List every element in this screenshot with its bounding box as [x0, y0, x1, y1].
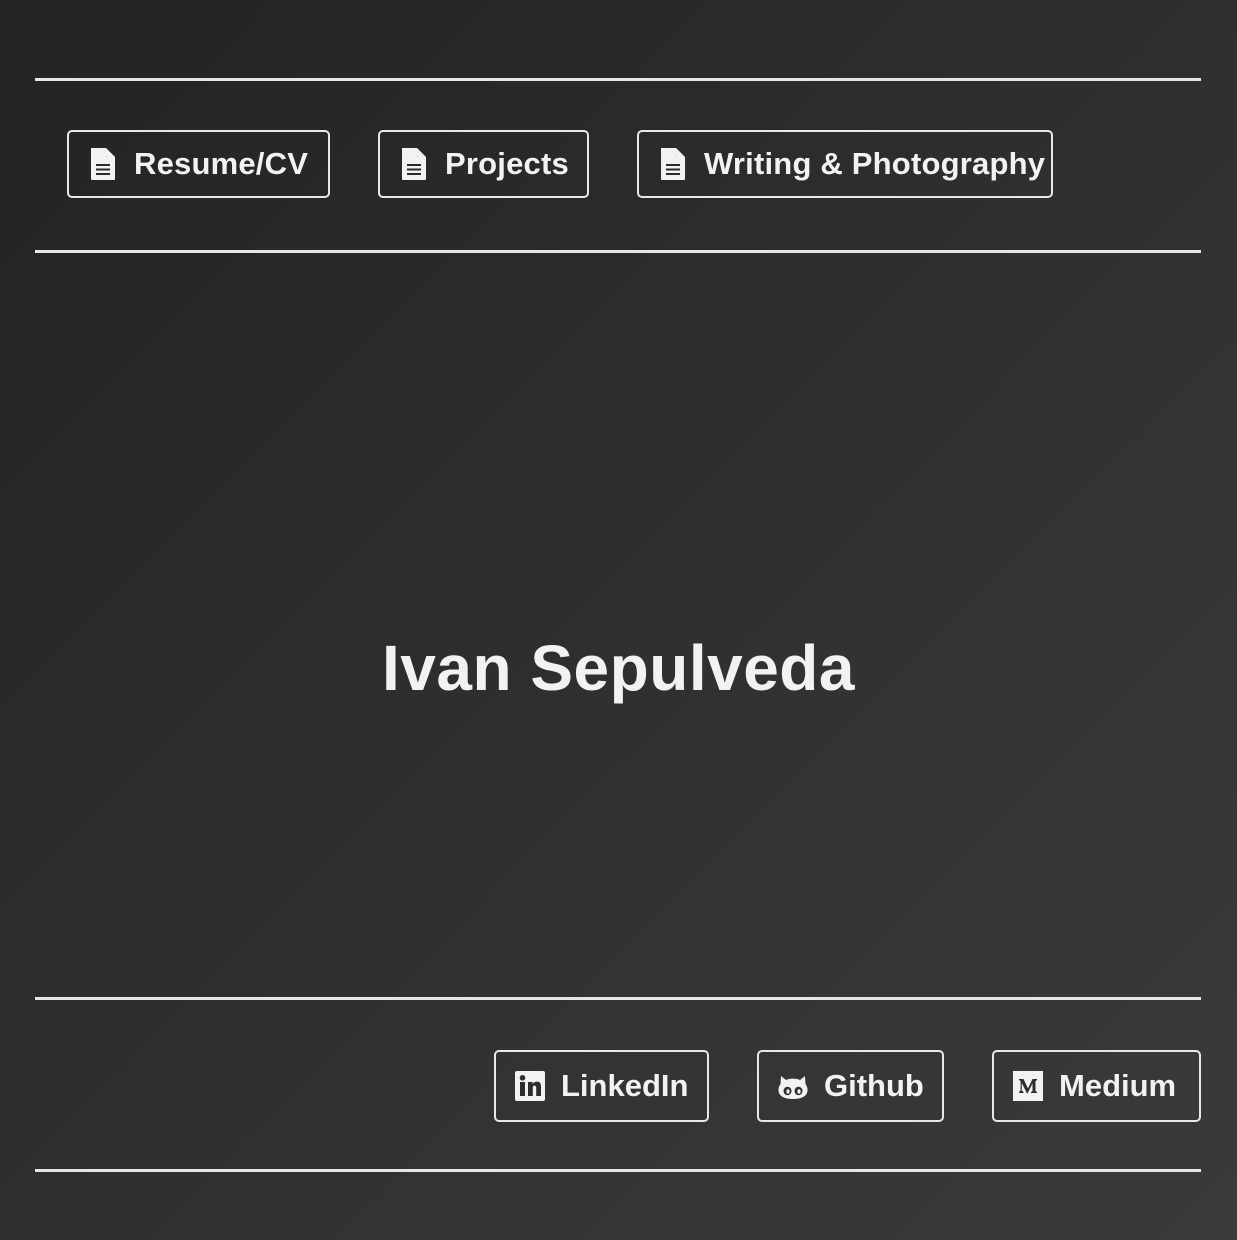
resume-cv-button[interactable]: Resume/CV [67, 130, 330, 198]
document-icon [400, 147, 428, 181]
resume-cv-label: Resume/CV [134, 146, 309, 181]
medium-icon [1012, 1070, 1044, 1102]
github-label: Github [824, 1068, 924, 1103]
page-title: Ivan Sepulveda [382, 631, 855, 704]
top-divider [35, 78, 1201, 81]
linkedin-icon [514, 1070, 546, 1102]
writing-photography-label: Writing & Photography [704, 146, 1046, 181]
document-icon [89, 147, 117, 181]
document-icon [659, 147, 687, 181]
footer-top-divider [35, 997, 1201, 1000]
linkedin-label: LinkedIn [561, 1068, 689, 1103]
nav-bottom-divider [35, 250, 1201, 253]
projects-button[interactable]: Projects [378, 130, 589, 198]
github-icon [777, 1070, 809, 1102]
medium-button[interactable]: Medium [992, 1050, 1201, 1122]
medium-label: Medium [1059, 1068, 1177, 1103]
writing-photography-button[interactable]: Writing & Photography [637, 130, 1053, 198]
linkedin-button[interactable]: LinkedIn [494, 1050, 709, 1122]
github-button[interactable]: Github [757, 1050, 944, 1122]
bottom-divider [35, 1169, 1201, 1172]
projects-label: Projects [445, 146, 569, 181]
